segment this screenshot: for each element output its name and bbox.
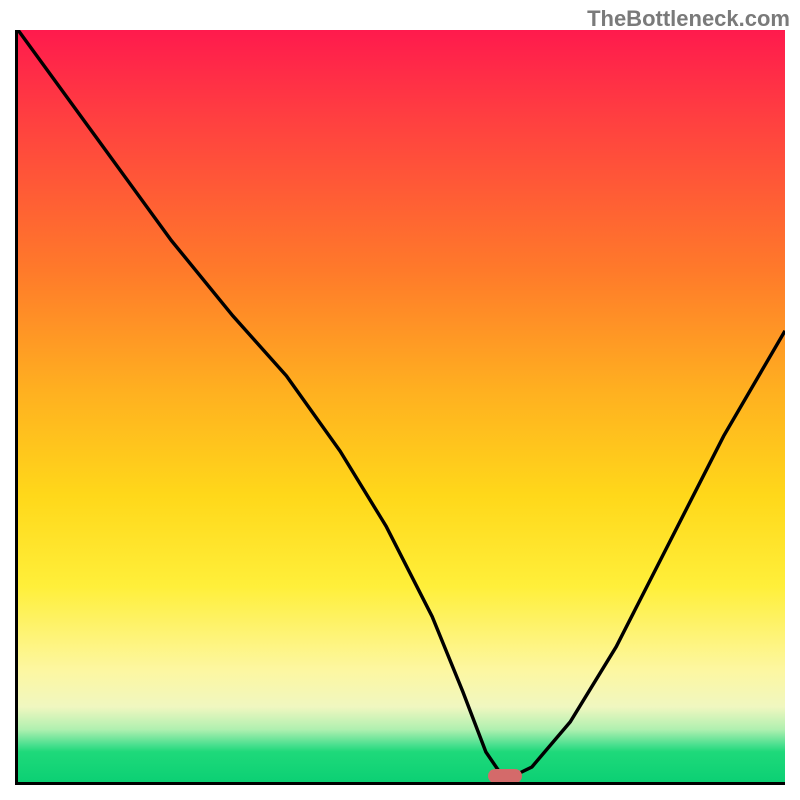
curve-path	[18, 30, 785, 774]
optimum-marker	[488, 769, 522, 783]
chart-frame	[15, 30, 785, 785]
watermark-text: TheBottleneck.com	[587, 6, 790, 32]
chart-container: TheBottleneck.com	[0, 0, 800, 800]
bottleneck-curve	[18, 30, 785, 782]
